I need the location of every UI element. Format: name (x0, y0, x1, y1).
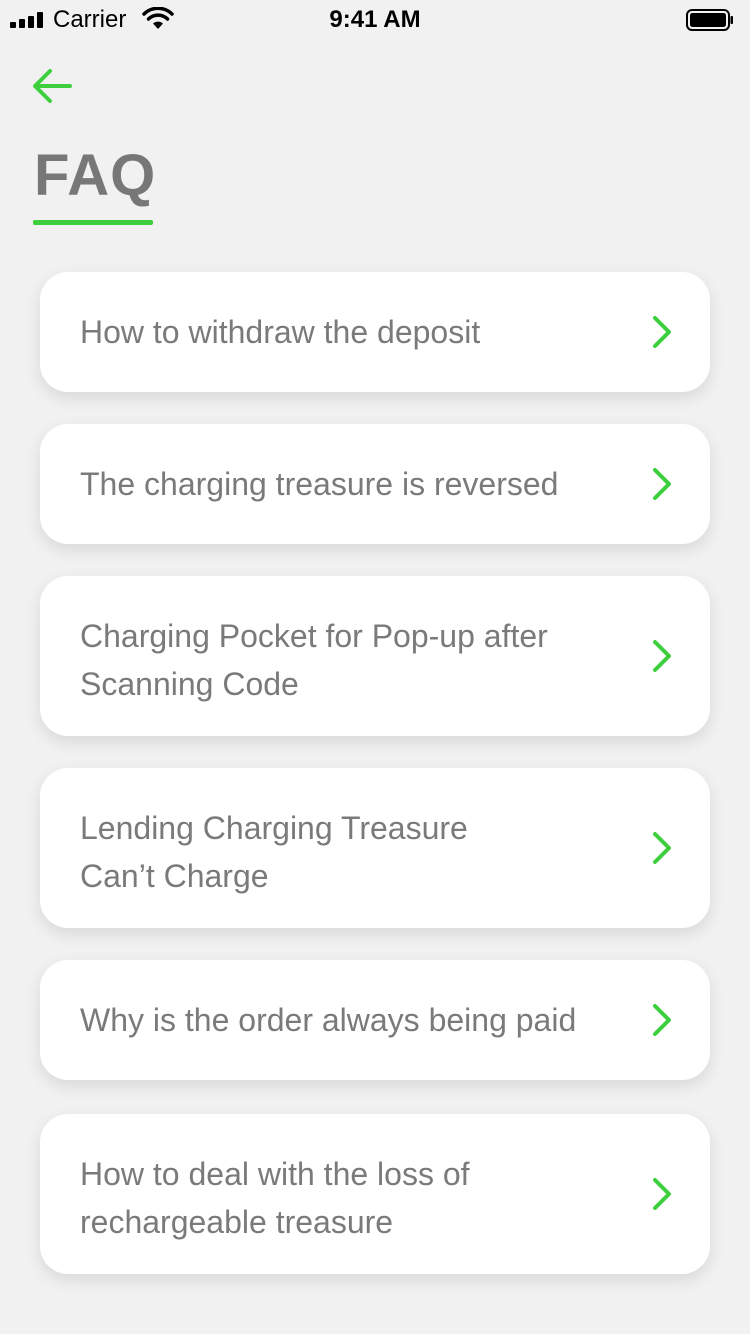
faq-item[interactable]: The charging treasure is reversed (40, 424, 710, 544)
chevron-right-icon (653, 1178, 671, 1210)
faq-item[interactable]: How to withdraw the deposit (40, 272, 710, 392)
faq-item-label: Why is the order always being paid (80, 1002, 577, 1038)
faq-item[interactable]: Charging Pocket for Pop-up after Scannin… (40, 576, 710, 736)
chevron-right-icon (653, 1004, 671, 1036)
faq-item-label: The charging treasure is reversed (80, 466, 559, 502)
chevron-right-icon (653, 316, 671, 348)
faq-item[interactable]: How to deal with the loss of rechargeabl… (40, 1114, 710, 1274)
faq-item-label: Lending Charging Treasure Can’t Charge (80, 810, 468, 894)
battery-icon (686, 9, 733, 31)
faq-item-label: Charging Pocket for Pop-up after Scannin… (80, 618, 548, 702)
chevron-right-icon (653, 832, 671, 864)
chevron-right-icon (653, 640, 671, 672)
faq-item-label: How to deal with the loss of rechargeabl… (80, 1156, 470, 1240)
faq-item[interactable]: Lending Charging Treasure Can’t Charge (40, 768, 710, 928)
arrow-left-icon (33, 69, 72, 103)
chevron-right-icon (653, 468, 671, 500)
faq-item[interactable]: Why is the order always being paid (40, 960, 710, 1080)
back-button[interactable] (28, 64, 76, 108)
title-underline (33, 220, 153, 225)
page-title: FAQ (34, 143, 157, 208)
status-bar: Carrier 9:41 AM (0, 0, 750, 40)
status-time: 9:41 AM (329, 6, 421, 33)
faq-item-label: How to withdraw the deposit (80, 314, 481, 350)
